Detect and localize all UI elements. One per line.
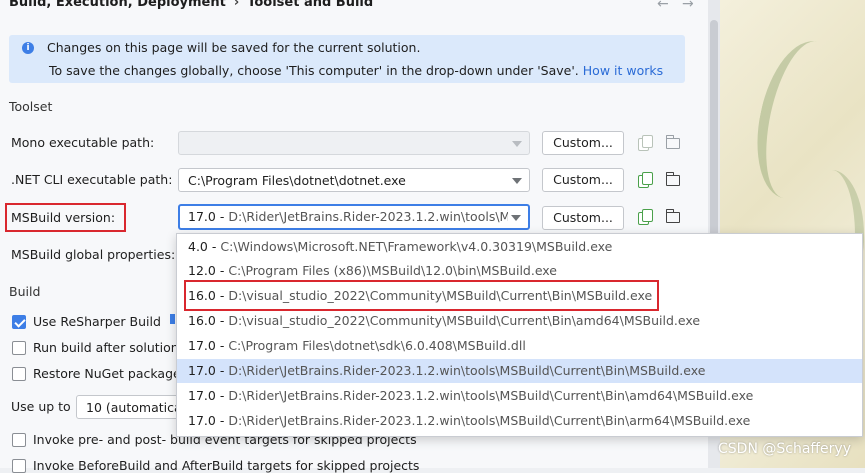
folder-icon[interactable] — [665, 135, 680, 149]
use-up-to-value: 10 (automatically — [86, 400, 181, 415]
option-version: 4.0 — [188, 239, 208, 254]
toolset-section-title: Toolset — [9, 99, 53, 114]
msbuild-custom-button[interactable]: Custom... — [542, 206, 624, 230]
forward-arrow-icon[interactable]: → — [682, 0, 694, 12]
msbuild-global-properties-label: MSBuild global properties: — [11, 247, 176, 262]
back-arrow-icon[interactable]: ← — [657, 0, 669, 12]
how-it-works-link[interactable]: How it works — [583, 63, 663, 78]
restore-nuget-checkbox[interactable] — [12, 367, 26, 381]
msbuild-version-number: 17.0 — [188, 209, 216, 224]
option-version: 17.0 — [188, 413, 216, 428]
invoke-before-after-checkbox[interactable] — [12, 459, 26, 473]
folder-icon[interactable] — [665, 172, 680, 186]
dotnet-custom-button[interactable]: Custom... — [542, 168, 624, 192]
breadcrumb: Build, Execution, Deployment › Toolset and… — [9, 0, 373, 10]
chevron-down-icon — [512, 141, 522, 147]
option-path: C:\Windows\Microsoft.NET\Framework\v4.0.… — [220, 239, 613, 254]
option-path: D:\visual_studio_2022\Community\MSBuild\… — [228, 313, 701, 328]
run-build-after-checkbox[interactable] — [12, 341, 26, 355]
option-version: 17.0 — [188, 363, 216, 378]
info-icon: i — [22, 42, 34, 54]
dash: - — [219, 209, 225, 224]
dotnet-path-label: .NET CLI executable path: — [11, 172, 173, 187]
option-path: D:\Rider\JetBrains.Rider-2023.1.2.win\to… — [228, 363, 706, 378]
dropdown-option[interactable]: 17.0 - D:\Rider\JetBrains.Rider-2023.1.2… — [177, 409, 862, 433]
dash: - — [219, 263, 225, 278]
mono-path-combo[interactable] — [178, 131, 530, 155]
dropdown-option[interactable]: 16.0 - D:\visual_studio_2022\Community\M… — [177, 309, 862, 333]
option-path: D:\Rider\JetBrains.Rider-2023.1.2.win\to… — [228, 388, 754, 403]
chevron-down-icon — [512, 178, 522, 184]
invoke-before-after-label[interactable]: Invoke BeforeBuild and AfterBuild target… — [33, 458, 419, 473]
msbuild-version-value: 17.0 - D:\Rider\JetBrains.Rider-2023.1.2… — [188, 209, 508, 224]
use-up-to-combo[interactable]: 10 (automatically — [76, 395, 186, 419]
option-version: 17.0 — [188, 338, 216, 353]
dash: - — [219, 338, 225, 353]
banner-line-1: Changes on this page will be saved for t… — [47, 40, 421, 55]
option-version: 16.0 — [188, 313, 216, 328]
chevron-down-icon — [511, 215, 521, 221]
copy-icon[interactable] — [638, 172, 653, 188]
option-version: 12.0 — [188, 263, 216, 278]
dotnet-path-value: C:\Program Files\dotnet\dotnet.exe — [188, 173, 406, 188]
mono-path-label: Mono executable path: — [11, 135, 155, 150]
dash: - — [219, 413, 225, 428]
option-path: C:\Program Files\dotnet\sdk\6.0.408\MSBu… — [228, 338, 526, 353]
use-resharper-build-checkbox[interactable] — [12, 315, 26, 329]
breadcrumb-current: Toolset and Build — [247, 0, 374, 10]
banner-line-2: To save the changes globally, choose 'Th… — [49, 63, 663, 78]
banner-line-2-text: To save the changes globally, choose 'Th… — [49, 63, 579, 78]
breadcrumb-separator: › — [233, 0, 240, 10]
use-resharper-build-label[interactable]: Use ReSharper Build — [33, 314, 161, 329]
dropdown-option[interactable]: 17.0 - D:\Rider\JetBrains.Rider-2023.1.2… — [177, 384, 862, 408]
dropdown-option[interactable]: 17.0 - C:\Program Files\dotnet\sdk\6.0.4… — [177, 334, 862, 358]
dash: - — [211, 239, 217, 254]
dash: - — [219, 363, 225, 378]
msbuild-version-combo[interactable]: 17.0 - D:\Rider\JetBrains.Rider-2023.1.2… — [178, 204, 530, 230]
use-up-to-label: Use up to — [11, 399, 71, 414]
option-highlight-box — [184, 280, 659, 311]
invoke-pre-post-checkbox[interactable] — [12, 433, 26, 447]
mono-custom-button[interactable]: Custom... — [542, 131, 624, 155]
breadcrumb-parent[interactable]: Build, Execution, Deployment — [9, 0, 226, 10]
msbuild-version-path: D:\Rider\JetBrains.Rider-2023.1.2.win\to… — [228, 209, 508, 224]
run-build-after-label[interactable]: Run build after solution i — [33, 340, 186, 355]
copy-icon[interactable] — [638, 209, 653, 225]
info-marker-icon — [170, 314, 175, 324]
option-version: 17.0 — [188, 388, 216, 403]
option-path: C:\Program Files (x86)\MSBuild\12.0\bin\… — [228, 263, 558, 278]
dropdown-option[interactable]: 4.0 - C:\Windows\Microsoft.NET\Framework… — [177, 235, 862, 259]
build-section-title: Build — [9, 284, 41, 299]
restore-nuget-label[interactable]: Restore NuGet packages — [33, 366, 187, 381]
dropdown-option-selected[interactable]: 17.0 - D:\Rider\JetBrains.Rider-2023.1.2… — [177, 359, 862, 383]
msbuild-version-label: MSBuild version: — [11, 210, 116, 225]
info-banner: i Changes on this page will be saved for… — [9, 35, 685, 83]
watermark: CSDN @Schafferyy — [718, 441, 851, 457]
copy-icon[interactable] — [638, 135, 653, 151]
dash: - — [219, 388, 225, 403]
dotnet-path-combo[interactable]: C:\Program Files\dotnet\dotnet.exe — [178, 168, 530, 192]
folder-icon[interactable] — [665, 209, 680, 223]
option-path: D:\Rider\JetBrains.Rider-2023.1.2.win\to… — [228, 413, 751, 428]
scrollbar-thumb[interactable] — [710, 20, 718, 250]
dash: - — [219, 313, 225, 328]
msbuild-version-dropdown: 4.0 - C:\Windows\Microsoft.NET\Framework… — [176, 233, 863, 437]
